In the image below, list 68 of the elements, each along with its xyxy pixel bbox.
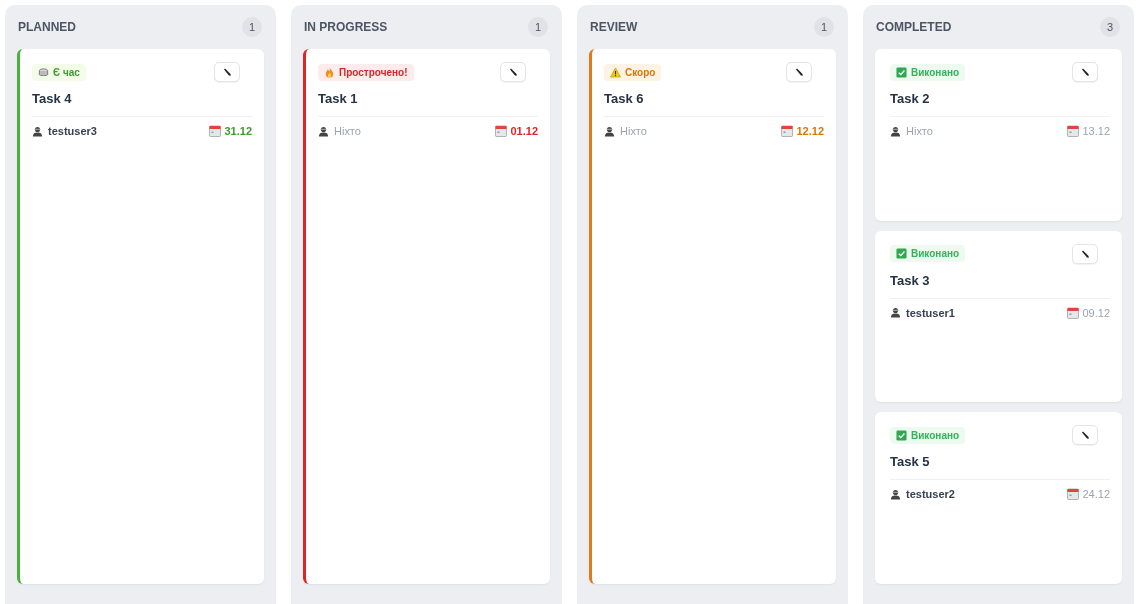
calendar-icon	[1067, 488, 1080, 501]
user-icon	[890, 488, 901, 500]
count-badge: 1	[242, 17, 262, 37]
task-title: Task 2	[890, 91, 931, 106]
pencil-icon	[1080, 67, 1090, 77]
checkbox-icon	[896, 248, 907, 260]
task-card[interactable]: Є час Task 4 testuser3 31.12	[17, 49, 264, 584]
assignee-label: Ніхто	[318, 125, 361, 137]
column-title: PLANNED	[18, 20, 76, 34]
due-date: 01.12	[495, 125, 538, 137]
task-title: Task 3	[890, 272, 931, 288]
user-icon	[890, 125, 901, 137]
column-title: REVIEW	[590, 20, 638, 34]
status-badge: Виконано	[890, 63, 966, 81]
pencil-icon	[794, 67, 804, 77]
status-badge: Прострочено!	[318, 63, 414, 81]
pencil-icon	[1080, 430, 1090, 441]
checkbox-icon	[896, 66, 907, 78]
edit-button[interactable]	[1072, 243, 1098, 264]
task-card[interactable]: Скоро Task 6 Ніхто 12.12	[589, 49, 836, 584]
task-card[interactable]: Виконано Task 3 testuser1 09.12	[875, 230, 1122, 403]
due-date: 31.12	[209, 125, 252, 137]
count-badge: 3	[1100, 17, 1120, 37]
pencil-icon	[222, 67, 232, 77]
status-badge: Виконано	[890, 245, 966, 263]
due-date: 09.12	[1067, 306, 1110, 319]
edit-button[interactable]	[1072, 62, 1098, 82]
user-icon	[604, 125, 615, 137]
checkbox-icon	[896, 429, 907, 441]
edit-button[interactable]	[1072, 425, 1098, 446]
status-badge: Виконано	[890, 426, 966, 444]
calendar-icon	[209, 125, 222, 137]
task-title: Task 1	[318, 91, 359, 106]
warning-icon	[610, 66, 621, 78]
assignee-label: Ніхто	[890, 125, 933, 137]
status-badge: Скоро	[604, 63, 662, 81]
pencil-icon	[1080, 248, 1090, 259]
column-title: IN PROGRESS	[304, 20, 388, 34]
task-card[interactable]: Прострочено! Task 1 Ніхто 01.12	[303, 49, 550, 584]
task-title: Task 5	[890, 454, 931, 470]
calendar-icon	[1067, 306, 1080, 319]
pencil-icon	[508, 67, 518, 77]
task-card[interactable]: Виконано Task 2 Ніхто 13.12	[875, 49, 1122, 221]
assignee-label: testuser2	[890, 488, 955, 501]
user-icon	[32, 125, 43, 137]
user-icon	[318, 125, 329, 137]
task-title: Task 4	[32, 91, 73, 106]
count-badge: 1	[528, 17, 548, 37]
assignee-label: testuser1	[890, 306, 955, 319]
column-title: COMPLETED	[876, 20, 952, 34]
due-date: 13.12	[1067, 125, 1110, 137]
assignee-label: testuser3	[32, 125, 97, 137]
fire-icon	[324, 66, 335, 78]
due-date: 12.12	[781, 125, 824, 137]
count-badge: 1	[814, 17, 834, 37]
edit-button[interactable]	[500, 62, 526, 82]
due-date: 24.12	[1067, 488, 1110, 501]
calendar-icon	[781, 125, 794, 137]
pot-icon	[38, 66, 49, 78]
edit-button[interactable]	[214, 62, 240, 82]
user-icon	[890, 307, 901, 319]
assignee-label: Ніхто	[604, 125, 647, 137]
task-card[interactable]: Виконано Task 5 testuser2 24.12	[875, 412, 1122, 584]
calendar-icon	[495, 125, 508, 137]
status-badge: Є час	[32, 63, 86, 81]
calendar-icon	[1067, 125, 1080, 137]
edit-button[interactable]	[786, 62, 812, 82]
task-title: Task 6	[604, 91, 645, 106]
